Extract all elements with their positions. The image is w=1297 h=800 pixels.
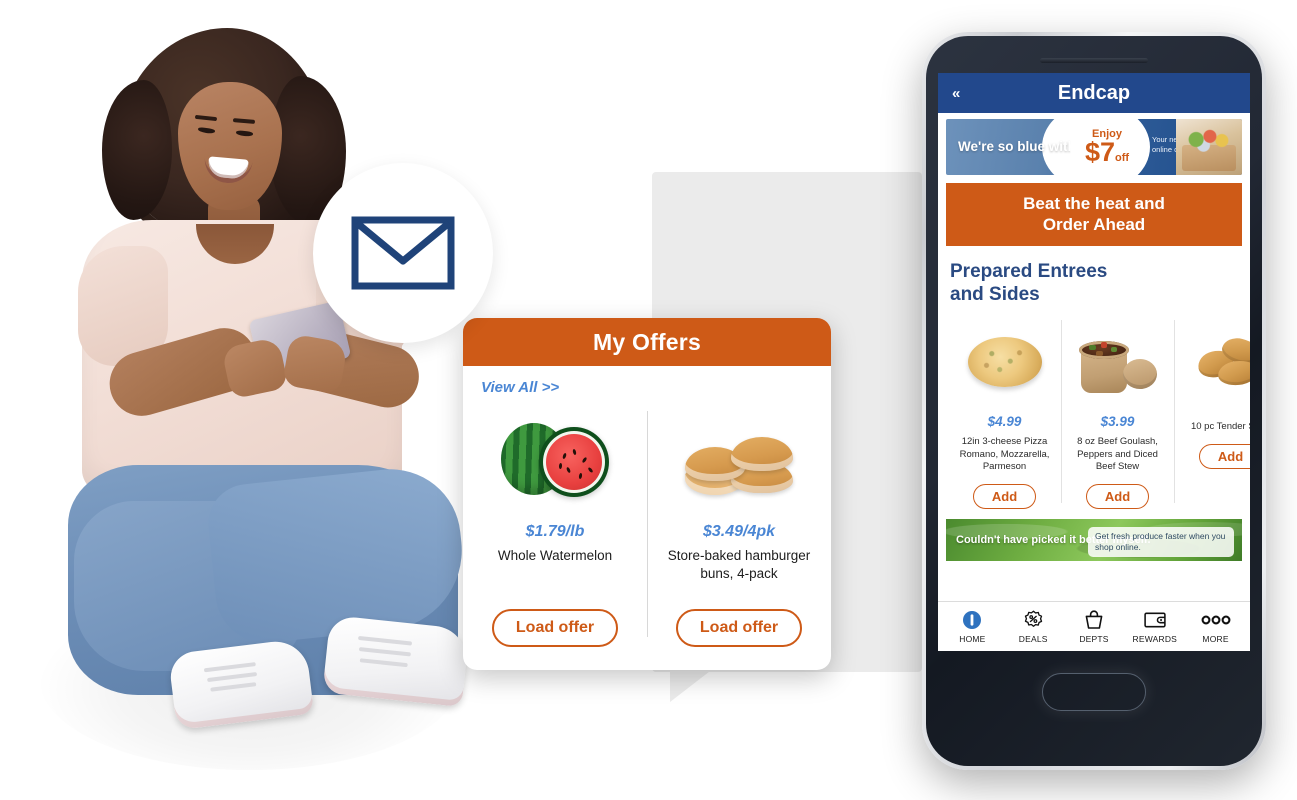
- section-title: Prepared Entrees and Sides: [950, 260, 1250, 306]
- watermelon-image: [501, 409, 609, 513]
- nav-label: DEALS: [1018, 634, 1048, 644]
- product-rail[interactable]: $4.99 12in 3-cheese Pizza Romano, Mozzar…: [938, 319, 1250, 510]
- pizza-image: [967, 320, 1042, 404]
- promo-badge: Enjoy $7off: [1070, 119, 1144, 175]
- product-card: 10 pc Tender Sauc Add: [1174, 319, 1250, 509]
- nav-item-rewards[interactable]: REWARDS: [1126, 609, 1184, 644]
- offer-name: Whole Watermelon: [497, 548, 613, 563]
- offer-item: $3.49/4pk Store-baked hamburger buns, 4-…: [647, 405, 831, 661]
- fresh-produce-banner[interactable]: Couldn't have picked it better myself. G…: [946, 519, 1242, 562]
- deals-tag-icon: [1023, 609, 1044, 631]
- nav-item-depts[interactable]: DEPTS: [1065, 609, 1123, 644]
- add-to-cart-button[interactable]: Add: [1085, 484, 1150, 510]
- offers-grid: $1.79/lb Whole Watermelon Load offer $3.…: [463, 405, 831, 661]
- promo-off-label: off: [1115, 151, 1130, 164]
- promo-banner[interactable]: We're so blue without you. Enjoy $7off Y…: [946, 119, 1242, 175]
- heat-line-1: Beat the heat and: [1023, 194, 1165, 213]
- nav-item-home[interactable]: HOME: [943, 609, 1001, 644]
- nav-item-more[interactable]: MORE: [1187, 609, 1245, 644]
- nav-item-deals[interactable]: DEALS: [1004, 609, 1062, 644]
- beef-goulash-cup-image: [1078, 320, 1157, 404]
- my-offers-card: My Offers View All >> $1.79/lb Whole Wat…: [463, 318, 831, 670]
- my-offers-header: My Offers: [463, 318, 831, 366]
- home-button[interactable]: [1042, 673, 1146, 711]
- phone-body: « Endcap We're so blue without you. Enjo…: [926, 36, 1262, 766]
- load-offer-button[interactable]: Load offer: [491, 609, 619, 647]
- product-card: $4.99 12in 3-cheese Pizza Romano, Mozzar…: [948, 320, 1061, 510]
- nav-label: HOME: [959, 634, 986, 644]
- phone-screen: « Endcap We're so blue without you. Enjo…: [938, 73, 1250, 651]
- app-header: « Endcap: [938, 73, 1250, 113]
- section-title-line-2: and Sides: [950, 283, 1040, 305]
- chicken-tenders-image: [1195, 320, 1250, 404]
- offer-price: $3.49/4pk: [702, 523, 776, 540]
- add-to-cart-button[interactable]: Add: [1198, 443, 1250, 469]
- product-name: 12in 3-cheese Pizza Romano, Mozzarella, …: [959, 435, 1050, 473]
- offer-item: $1.79/lb Whole Watermelon Load offer: [463, 405, 647, 661]
- product-name: 8 oz Beef Goulash, Peppers and Diced Bee…: [1077, 435, 1158, 473]
- envelope-icon: [351, 216, 455, 290]
- more-dots-icon: [1201, 609, 1231, 631]
- hamburger-buns-image: [683, 409, 795, 513]
- offer-price: $1.79/lb: [525, 523, 585, 540]
- basket-icon: [1084, 609, 1104, 631]
- my-offers-title: My Offers: [593, 328, 701, 355]
- nav-label: REWARDS: [1132, 634, 1178, 644]
- offer-name: Store-baked hamburger buns, 4-pack: [667, 548, 811, 581]
- speech-bubble-tail: [670, 668, 714, 702]
- view-all-link[interactable]: View All >>: [481, 379, 559, 396]
- person-illustration: [30, 10, 470, 780]
- product-card: $3.99 8 oz Beef Goulash, Peppers and Dic…: [1061, 319, 1174, 510]
- app-title: Endcap: [1057, 81, 1131, 104]
- promo-amount: $7off: [1084, 136, 1130, 167]
- smartphone-mockup: « Endcap We're so blue without you. Enjo…: [922, 32, 1266, 770]
- product-name: 10 pc Tender Sauc: [1190, 420, 1250, 432]
- earpiece-speaker: [1040, 58, 1148, 63]
- nav-label: MORE: [1202, 634, 1229, 644]
- product-price: $3.99: [1100, 413, 1135, 429]
- bottom-navigation: HOME DEALS DEPTS REWARDS MORE: [938, 601, 1250, 651]
- green-banner-pill: Get fresh produce faster when you shop o…: [1088, 527, 1234, 558]
- email-badge: [313, 163, 493, 343]
- heat-line-2: Order Ahead: [1042, 215, 1146, 235]
- home-icon: [962, 609, 982, 631]
- screenshot-stage: My Offers View All >> $1.79/lb Whole Wat…: [0, 0, 1297, 800]
- product-price: $4.99: [987, 413, 1022, 429]
- load-offer-button[interactable]: Load offer: [675, 609, 803, 647]
- section-title-line-1: Prepared Entrees: [950, 260, 1108, 282]
- nav-label: DEPTS: [1079, 634, 1109, 644]
- order-ahead-banner[interactable]: Beat the heat and Order Ahead: [946, 183, 1242, 246]
- wallet-icon: [1144, 609, 1166, 631]
- sneaker-right: [322, 614, 470, 708]
- add-to-cart-button[interactable]: Add: [972, 484, 1037, 510]
- grocery-bag-image: [1176, 119, 1242, 175]
